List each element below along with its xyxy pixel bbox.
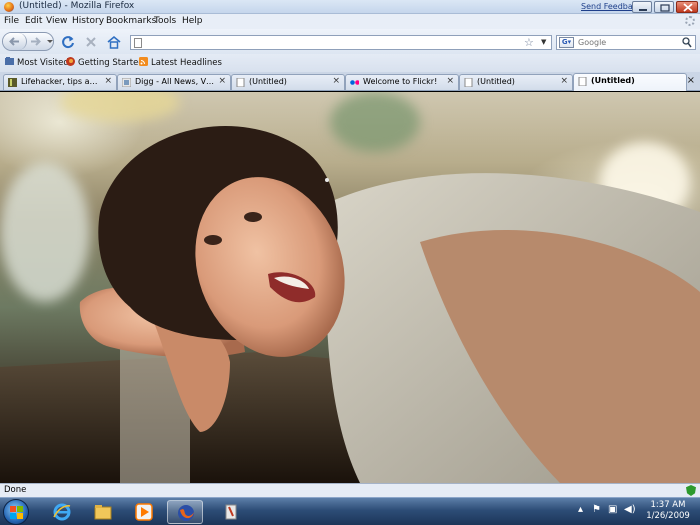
menu-file[interactable]: File [4, 16, 19, 26]
tab-untitled-active[interactable]: (Untitled) [573, 73, 687, 91]
maximize-button[interactable] [654, 1, 674, 13]
bookmark-latest-headlines[interactable]: Latest Headlines [139, 57, 222, 69]
taskbar-clock[interactable]: 1:37 AM 1/26/2009 [640, 500, 696, 522]
tab-close-icon[interactable]: × [560, 76, 568, 86]
chevron-down-icon [47, 40, 53, 43]
back-button[interactable] [3, 33, 27, 50]
firefox-icon [4, 2, 14, 12]
lifehacker-icon [8, 78, 17, 87]
taskbar-windows-explorer[interactable] [85, 500, 121, 524]
taskbar-internet-explorer[interactable] [44, 500, 80, 524]
forward-arrow-icon [31, 37, 41, 46]
tab-lifehacker[interactable]: Lifehacker, tips and ... × [3, 74, 117, 90]
menu-edit[interactable]: Edit [25, 16, 42, 26]
system-tray: ▴ ⚑ ▣ ◀) [578, 504, 638, 520]
close-tab-icon[interactable]: × [687, 75, 695, 86]
tab-close-icon[interactable]: × [104, 76, 112, 86]
bookmarks-folder-icon [5, 57, 14, 65]
close-window-button[interactable] [676, 1, 698, 13]
firefox-icon [178, 505, 194, 521]
url-input[interactable] [145, 37, 515, 48]
bookmark-star-icon[interactable]: ☆ [524, 37, 534, 49]
page-icon [578, 77, 587, 86]
page-icon [464, 78, 473, 87]
menu-bookmarks[interactable]: Bookmarks [106, 16, 156, 26]
menu-tools[interactable]: Tools [154, 16, 176, 26]
restore-icon [660, 4, 670, 12]
search-icon[interactable] [682, 37, 692, 48]
tab-flickr[interactable]: Welcome to Flickr! × [345, 74, 459, 90]
clock-date: 1/26/2009 [646, 511, 690, 521]
back-arrow-icon [9, 37, 19, 46]
security-shield-icon[interactable] [686, 485, 696, 496]
search-bar[interactable]: G▾ [556, 35, 696, 50]
page-icon [236, 78, 245, 87]
action-center-flag-icon[interactable]: ⚑ [592, 504, 601, 515]
tab-strip: Lifehacker, tips and ... × Digg - All Ne… [0, 72, 700, 91]
paint-tool-icon [225, 504, 237, 520]
clock-time: 1:37 AM [650, 500, 686, 510]
bookmark-most-visited[interactable]: Most Visited [5, 57, 69, 69]
start-button[interactable] [3, 499, 29, 525]
volume-icon[interactable]: ◀) [624, 504, 636, 515]
tab-close-icon[interactable]: × [446, 76, 454, 86]
tab-close-icon[interactable]: × [332, 76, 340, 86]
network-icon[interactable]: ▣ [608, 504, 617, 515]
tab-untitled-1[interactable]: (Untitled) × [231, 74, 345, 90]
page-icon [134, 38, 142, 48]
back-forward-group [2, 32, 54, 51]
bookmark-getting-started[interactable]: Getting Started [66, 57, 144, 69]
taskbar-media-player[interactable] [126, 500, 162, 524]
tab-close-icon[interactable]: × [218, 76, 226, 86]
windows-explorer-icon [94, 505, 112, 520]
portrait-illustration [0, 126, 700, 483]
tab-digg[interactable]: Digg - All News, Vid... × [117, 74, 231, 90]
url-dropdown-icon[interactable]: ▼ [541, 36, 546, 49]
menu-bar: File Edit View History Bookmarks Tools H… [0, 14, 700, 29]
page-content-photo [0, 92, 700, 483]
status-bar: Done [0, 483, 700, 497]
history-dropdown-button[interactable] [45, 33, 55, 50]
menu-history[interactable]: History [72, 16, 104, 26]
navigation-toolbar: ☆ ▼ G▾ [0, 29, 700, 54]
bookmarks-toolbar: Most Visited Getting Started Latest Head… [0, 54, 700, 72]
windows-logo-icon [10, 506, 23, 519]
taskbar-paint-tool[interactable] [213, 500, 249, 524]
stop-icon[interactable] [83, 34, 99, 50]
search-input[interactable] [578, 37, 678, 48]
tray-expand-icon[interactable]: ▴ [578, 504, 583, 515]
taskbar-firefox[interactable] [167, 500, 203, 524]
menu-view[interactable]: View [46, 16, 67, 26]
minimize-icon [639, 9, 647, 11]
reload-icon[interactable] [60, 34, 76, 50]
digg-icon [122, 78, 131, 87]
home-icon[interactable] [106, 34, 122, 50]
rss-feed-icon [139, 57, 148, 66]
media-player-icon [135, 503, 153, 521]
tab-untitled-2[interactable]: (Untitled) × [459, 74, 573, 90]
windows-taskbar: ▴ ⚑ ▣ ◀) 1:37 AM 1/26/2009 [0, 497, 700, 525]
flickr-icon [350, 80, 359, 85]
firefox-icon [66, 57, 75, 66]
forward-button[interactable] [28, 33, 44, 50]
minimize-button[interactable] [632, 1, 652, 13]
address-bar[interactable]: ☆ ▼ [130, 35, 552, 50]
menu-help[interactable]: Help [182, 16, 203, 26]
activity-throbber-icon [685, 16, 695, 26]
search-engine-google-icon[interactable]: G▾ [559, 37, 574, 48]
internet-explorer-icon [53, 503, 71, 521]
window-title: (Untitled) - Mozilla Firefox [19, 1, 135, 11]
status-text: Done [4, 485, 27, 495]
title-bar[interactable]: (Untitled) - Mozilla Firefox Send Feedba… [0, 0, 700, 14]
close-icon [683, 3, 693, 12]
